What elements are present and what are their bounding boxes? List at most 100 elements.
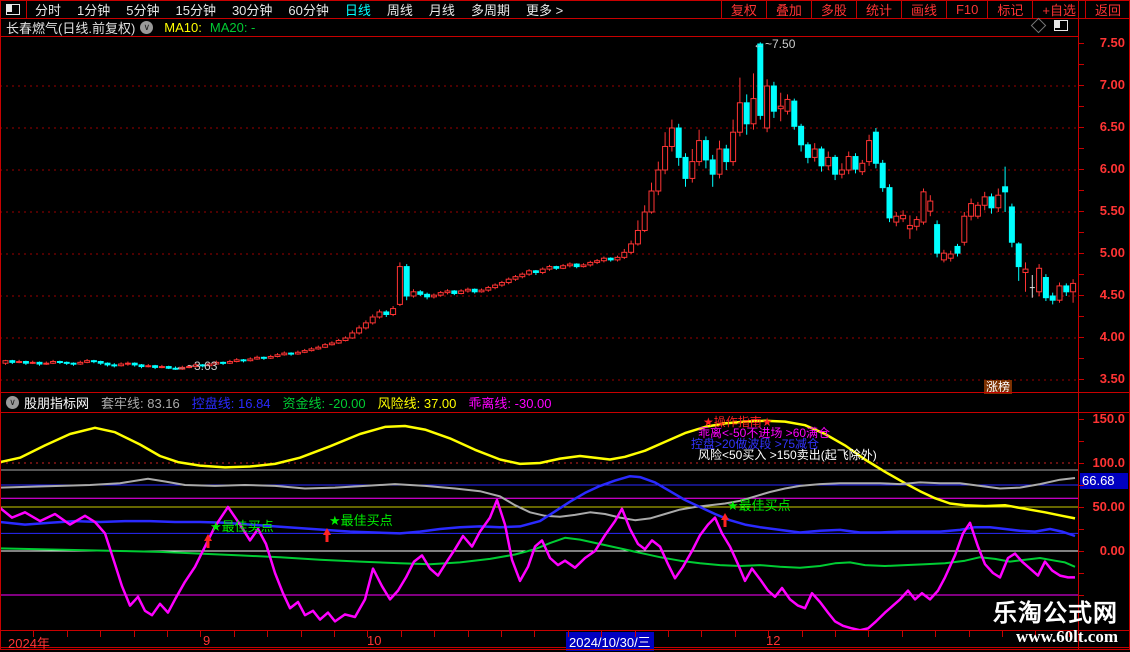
indicator-value-marker: 66.68 <box>1080 473 1128 489</box>
indicator-axis-label: 0.00 <box>1100 543 1125 558</box>
candle-up <box>527 271 532 274</box>
candle-up <box>295 352 300 354</box>
candlestick-svg: ←~7.50←~3.63 <box>0 37 1078 394</box>
candle-up <box>78 362 83 364</box>
candle-down <box>91 361 96 362</box>
period-tab-日线[interactable]: 日线 <box>337 0 379 19</box>
candle-down <box>683 157 688 178</box>
toolbar-button-F10[interactable]: F10 <box>946 0 987 18</box>
candlestick-chart[interactable]: ←~7.50←~3.63 涨榜 <box>0 36 1078 394</box>
period-tab-1分钟[interactable]: 1分钟 <box>69 0 118 19</box>
candle-up <box>513 277 518 280</box>
chevron-down-circle-icon[interactable]: ∨ <box>6 396 19 409</box>
price-axis-label: 6.50 <box>1100 119 1125 134</box>
price-axis-label: 7.00 <box>1100 77 1125 92</box>
candle-up <box>85 361 90 363</box>
candle-down <box>819 149 824 166</box>
candle-down <box>139 365 144 367</box>
period-tab-15分钟[interactable]: 15分钟 <box>167 0 223 19</box>
toolbar-button-复权[interactable]: 复权 <box>721 0 766 18</box>
candle-up <box>601 258 606 261</box>
candle-up <box>17 362 22 363</box>
period-tab-60分钟[interactable]: 60分钟 <box>280 0 336 19</box>
candle-up <box>438 293 443 296</box>
buy-arrow-stem <box>724 520 727 527</box>
candle-up <box>520 274 525 277</box>
candle-down <box>472 289 477 292</box>
candle-down <box>574 264 579 267</box>
indicator-value: 资金线: -20.00 <box>283 393 366 412</box>
toolbar-button-统计[interactable]: 统计 <box>856 0 901 18</box>
candle-up <box>982 197 987 205</box>
candle-up <box>996 195 1001 208</box>
price-axis-label: 6.00 <box>1100 161 1125 176</box>
watermark: 乐淘公式网 www.60lt.com <box>993 601 1118 646</box>
candle-down <box>23 362 28 364</box>
strategy-guide-text: 风险<50买入 >150卖出(起飞除外) <box>698 447 877 462</box>
diamond-icon[interactable] <box>1031 18 1047 34</box>
candle-down <box>608 258 613 260</box>
buy-point-label: ★最佳买点 <box>329 513 393 528</box>
period-tab-周线[interactable]: 周线 <box>379 0 421 19</box>
candle-up <box>914 220 919 227</box>
toolbar-button-叠加[interactable]: 叠加 <box>766 0 811 18</box>
candle-up <box>499 283 504 286</box>
price-axis: 66.68 7.507.006.506.005.505.004.504.003.… <box>1078 0 1130 650</box>
candle-down <box>833 157 838 174</box>
candle-down <box>710 160 715 174</box>
window-split-icon[interactable] <box>1054 20 1068 31</box>
candle-down <box>132 363 137 365</box>
period-tab-更多 >[interactable]: 更多 > <box>518 0 571 19</box>
candle-down <box>64 362 69 363</box>
time-axis-label: 10 <box>367 633 381 648</box>
candle-down <box>221 362 226 363</box>
indicator-axis-label: 50.00 <box>1092 499 1125 514</box>
candle-down <box>425 294 430 297</box>
time-axis-label: 2024年 <box>8 633 50 652</box>
candle-down <box>880 163 885 187</box>
candle-up <box>751 99 756 124</box>
period-tab-多周期[interactable]: 多周期 <box>463 0 518 19</box>
indicator-value: 乖离线: -30.00 <box>468 393 551 412</box>
candle-up <box>51 362 56 364</box>
candle-up <box>44 363 49 364</box>
candle-up <box>867 141 872 162</box>
toolbar-button-画线[interactable]: 画线 <box>901 0 946 18</box>
candle-down <box>935 225 940 254</box>
candle-up <box>540 269 545 272</box>
candle-up <box>921 192 926 222</box>
candle-up <box>785 99 790 111</box>
toolbar-button-多股[interactable]: 多股 <box>811 0 856 18</box>
candle-down <box>418 292 423 295</box>
toolbar-button-标记[interactable]: 标记 <box>987 0 1032 18</box>
window-restore-icon[interactable] <box>0 0 27 18</box>
candle-up <box>737 103 742 132</box>
indicator-header: ∨ 股朋指标网套牢线: 83.16控盘线: 16.84资金线: -20.00风险… <box>0 392 1130 413</box>
period-tab-5分钟[interactable]: 5分钟 <box>118 0 167 19</box>
candle-up <box>479 290 484 292</box>
candle-up <box>941 253 946 260</box>
candle-up <box>812 149 817 157</box>
trading-app-window: { "colors":{"up":"#ff3434","down":"#00ff… <box>0 0 1130 650</box>
candle-down <box>105 363 110 365</box>
indicator-panel[interactable]: ★最佳买点★最佳买点★最佳买点★操作指南★乖离<-50不进场 >60满仓控盘>2… <box>0 413 1078 630</box>
candle-up <box>894 216 899 222</box>
candle-up <box>146 366 151 367</box>
candle-up <box>663 146 668 170</box>
candle-down <box>112 365 117 366</box>
candle-up <box>928 201 933 211</box>
period-tabs: 分时1分钟5分钟15分钟30分钟60分钟日线周线月线多周期更多 > <box>27 0 571 18</box>
candle-up <box>411 292 416 296</box>
candle-up <box>275 355 280 357</box>
candle-up <box>506 279 511 282</box>
candle-up <box>1071 283 1076 291</box>
chart-title-bar: 长春燃气(日线.前复权) ∨ MA10: MA20: - <box>0 19 1130 36</box>
period-tab-月线[interactable]: 月线 <box>421 0 463 19</box>
candle-up <box>860 163 865 171</box>
period-tab-30分钟[interactable]: 30分钟 <box>224 0 280 19</box>
candle-up <box>839 170 844 174</box>
indicator-value: 风险线: 37.00 <box>378 393 457 412</box>
period-tab-分时[interactable]: 分时 <box>27 0 69 19</box>
chevron-down-circle-icon[interactable]: ∨ <box>140 21 153 34</box>
selected-date-label: 2024/10/30/三 <box>566 632 654 651</box>
